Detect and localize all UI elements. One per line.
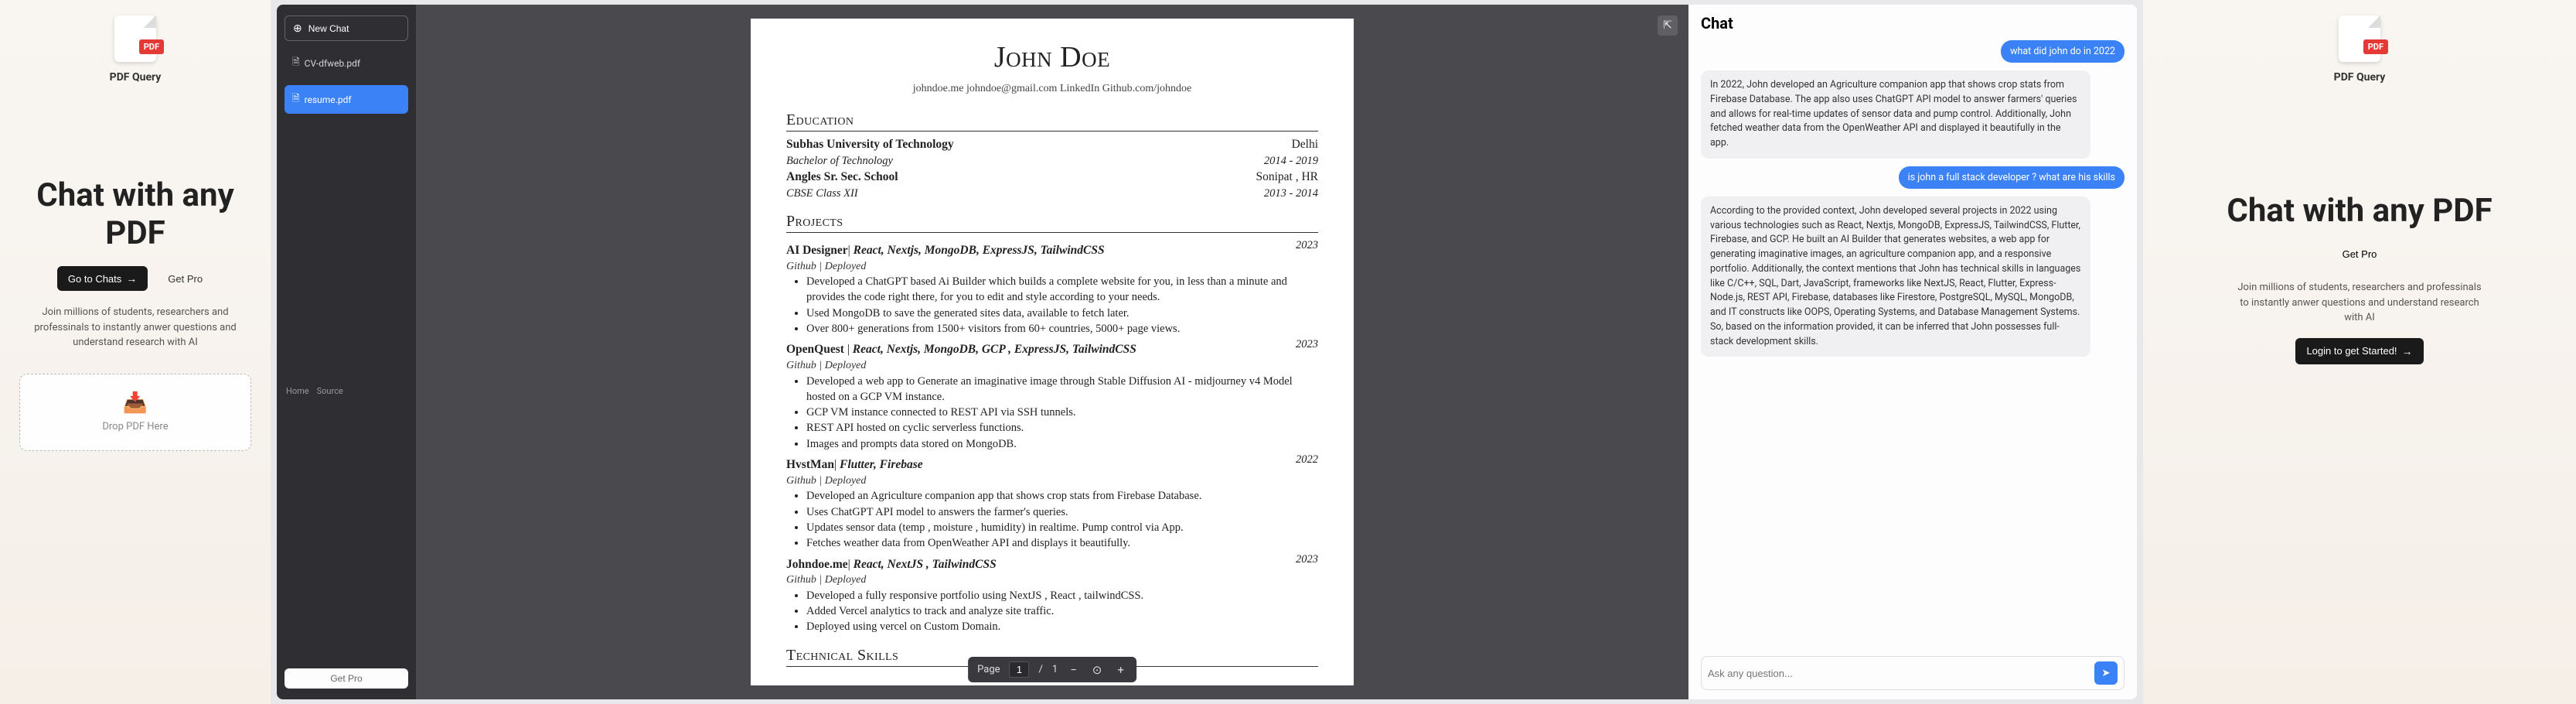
chat-body: what did john do in 2022 In 2022, John d… <box>1701 40 2125 647</box>
send-button[interactable]: ➤ <box>2094 661 2118 685</box>
subtext: Join millions of students, researchers a… <box>2236 280 2483 326</box>
chat-message-ai: In 2022, John developed an Agriculture c… <box>1701 70 2090 159</box>
section-education: Education <box>786 109 1318 132</box>
new-chat-button[interactable]: ⊕ New Chat <box>285 15 408 41</box>
page-current-input[interactable] <box>1010 661 1030 678</box>
pdf-icon <box>114 15 156 62</box>
resume-name: John Doe <box>786 37 1318 78</box>
login-label: Login to get Started! <box>2306 345 2397 357</box>
zoom-reset-icon[interactable]: ⊙ <box>1089 663 1106 677</box>
chat-message-ai: According to the provided context, John … <box>1701 197 2090 357</box>
sidebar-file-item[interactable]: 🗎 CV-dfweb.pdf <box>285 49 408 77</box>
file-name: CV-dfweb.pdf <box>305 58 360 69</box>
section-projects: Projects <box>786 210 1318 233</box>
plus-icon: ⊕ <box>293 22 302 35</box>
pdf-dropzone[interactable]: 📥 Drop PDF Here <box>19 374 251 451</box>
subtext: Join millions of students, researchers a… <box>23 305 247 350</box>
inbox-icon: 📥 <box>123 391 148 415</box>
go-to-chats-label: Go to Chats <box>68 273 121 285</box>
login-button[interactable]: Login to get Started! → <box>2295 338 2423 364</box>
arrow-right-icon: → <box>126 272 137 285</box>
chat-message-user: is john a full stack developer ? what ar… <box>1899 166 2125 189</box>
zoom-in-icon[interactable]: + <box>1114 663 1127 677</box>
pdf-viewer: ⇱ John Doe johndoe.me johndoe@gmail.com … <box>416 5 1688 699</box>
chat-message-user: what did john do in 2022 <box>2001 40 2125 63</box>
landing-right: PDF Query Chat with any PDF Get Pro Join… <box>2143 0 2576 704</box>
popout-icon[interactable]: ⇱ <box>1658 15 1678 36</box>
document-icon: 🗎 <box>292 55 300 71</box>
document-icon: 🗎 <box>292 91 300 108</box>
logo-block: PDF Query <box>2334 15 2386 84</box>
chat-input-row: ➤ <box>1701 656 2125 690</box>
file-name: resume.pdf <box>305 94 352 105</box>
resume-contact: johndoe.me johndoe@gmail.com LinkedIn Gi… <box>786 81 1318 97</box>
zoom-out-icon[interactable]: − <box>1067 663 1080 677</box>
chat-input[interactable] <box>1708 668 2087 679</box>
landing-left: PDF Query Chat with any PDF Go to Chats … <box>0 0 271 704</box>
go-to-chats-button[interactable]: Go to Chats → <box>57 266 148 291</box>
footer-source-link[interactable]: Source <box>317 386 343 396</box>
new-chat-label: New Chat <box>308 23 349 34</box>
get-pro-button[interactable]: Get Pro <box>157 266 213 291</box>
pdf-toolbar: Page / 1 − ⊙ + <box>968 657 1136 682</box>
headline: Chat with any PDF <box>23 176 247 252</box>
get-pro-button[interactable]: Get Pro <box>2332 242 2388 266</box>
sidebar-get-pro-button[interactable]: Get Pro <box>285 668 408 689</box>
app-name: PDF Query <box>110 71 162 84</box>
app-name: PDF Query <box>2334 71 2386 84</box>
resume-page: John Doe johndoe.me johndoe@gmail.com Li… <box>751 19 1354 685</box>
sidebar-file-item-active[interactable]: 🗎 resume.pdf <box>285 85 408 114</box>
app-sidebar: ⊕ New Chat 🗎 CV-dfweb.pdf 🗎 resume.pdf H… <box>277 5 416 699</box>
chat-panel: Chat what did john do in 2022 In 2022, J… <box>1688 5 2137 699</box>
page-total: 1 <box>1052 664 1058 675</box>
chat-title: Chat <box>1701 14 2125 32</box>
app-preview: ⊕ New Chat 🗎 CV-dfweb.pdf 🗎 resume.pdf H… <box>271 0 2143 704</box>
dropzone-text: Drop PDF Here <box>102 421 168 432</box>
page-label: Page <box>977 664 1000 675</box>
arrow-right-icon: → <box>2402 345 2413 357</box>
send-icon: ➤ <box>2101 667 2110 679</box>
footer-home-link[interactable]: Home <box>286 386 309 396</box>
logo-block: PDF Query <box>110 15 162 84</box>
pdf-icon <box>2339 15 2380 62</box>
headline: Chat with any PDF <box>2227 192 2492 230</box>
